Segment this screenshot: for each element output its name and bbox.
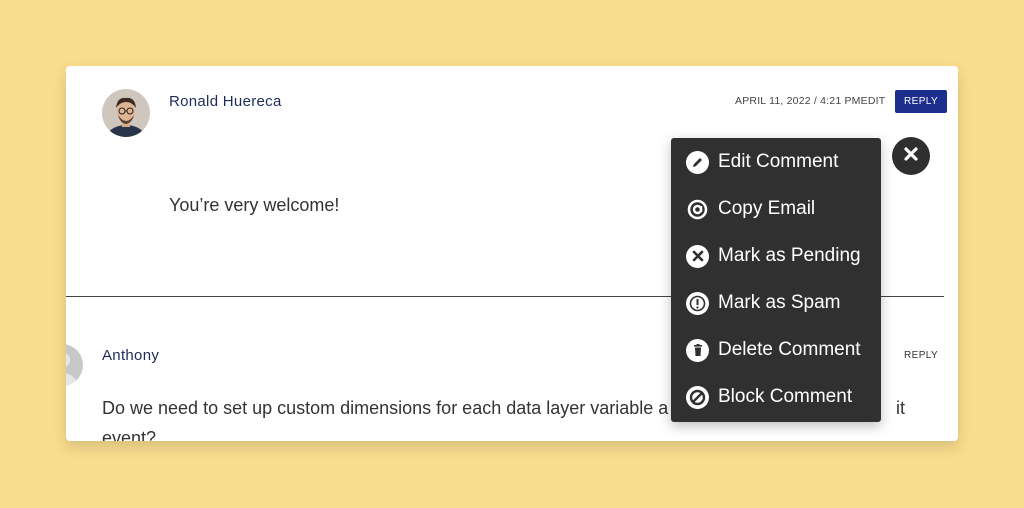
x-circle-icon [686,244,709,268]
comment-meta: APRIL 11, 2022 / 4:21 PMEDIT [735,95,885,107]
edit-link[interactable]: EDIT [861,95,886,107]
block-icon [686,385,709,409]
pencil-icon [686,150,709,174]
avatar [102,89,150,137]
menu-item-delete-comment[interactable]: Delete Comment [686,335,861,365]
close-icon [903,146,919,167]
menu-item-label: Edit Comment [718,151,839,172]
menu-item-label: Delete Comment [718,339,861,360]
comment-text-line1: Do we need to set up custom dimensions f… [102,398,669,418]
menu-item-label: Block Comment [718,386,853,407]
menu-item-mark-pending[interactable]: Mark as Pending [686,241,861,271]
menu-item-block-comment[interactable]: Block Comment [686,382,852,412]
reply-link[interactable]: REPLY [904,350,938,361]
exclamation-circle-icon [686,291,709,315]
comment-author: Ronald Huereca [169,93,282,110]
reply-button[interactable]: REPLY [895,90,948,113]
menu-item-copy-email[interactable]: Copy Email [686,194,815,224]
trash-icon [686,338,709,362]
comment-date: APRIL 11, 2022 / 4:21 PM [735,95,861,107]
menu-item-label: Mark as Pending [718,245,861,266]
close-menu-button[interactable] [892,137,930,175]
comment-text-line2: event? [102,428,157,441]
comment-context-menu: Edit Comment Copy Email Mark as Pending … [671,138,881,422]
comment-text: You’re very welcome! [169,195,340,215]
comment-text-tail: it [896,398,905,418]
menu-item-mark-spam[interactable]: Mark as Spam [686,288,840,318]
menu-item-edit-comment[interactable]: Edit Comment [686,147,838,177]
menu-item-label: Mark as Spam [718,292,841,313]
comment-author: Anthony [102,347,160,364]
avatar [66,344,83,386]
menu-item-label: Copy Email [718,198,816,219]
at-sign-icon [686,198,709,221]
